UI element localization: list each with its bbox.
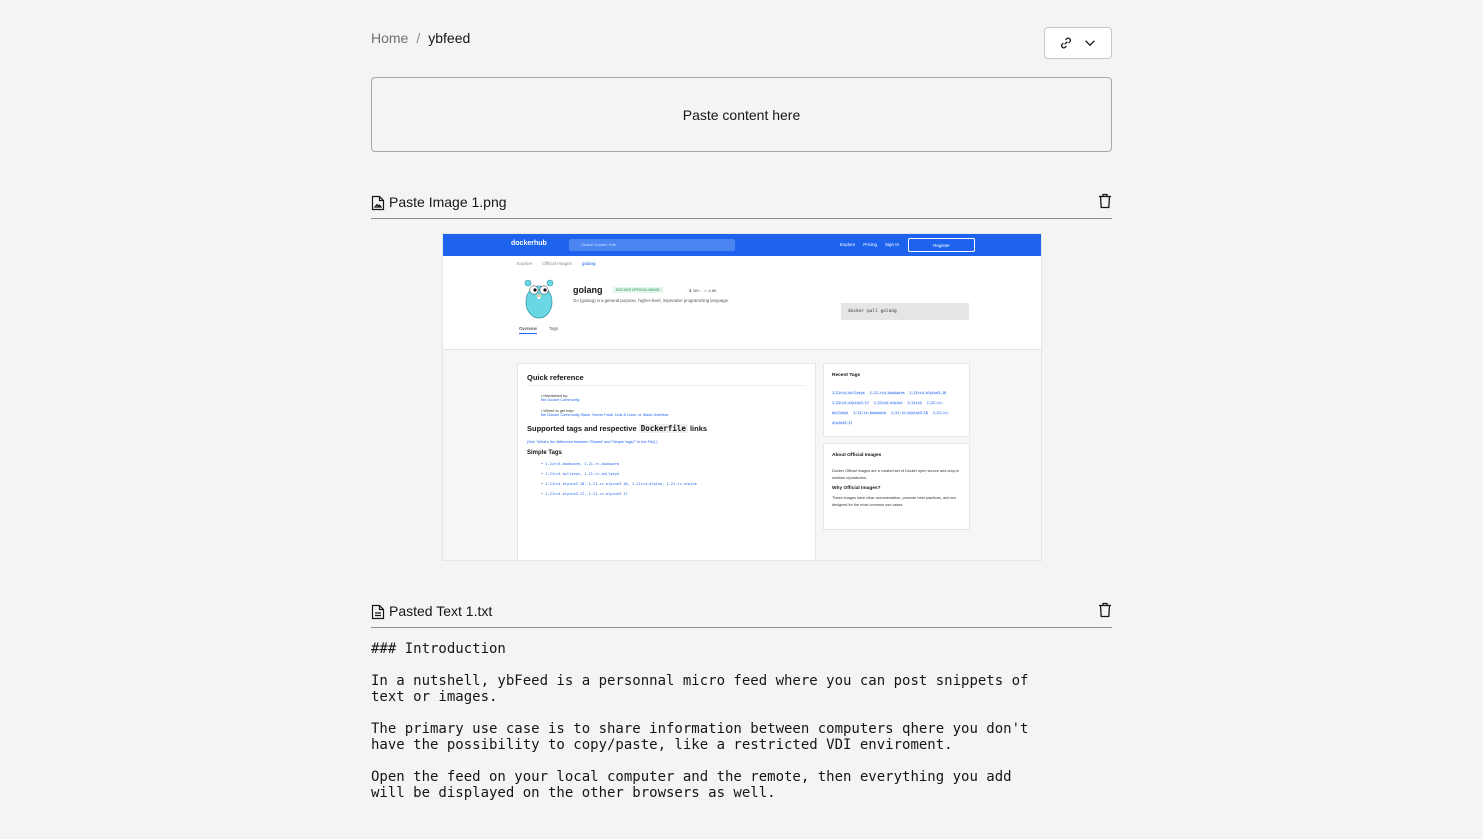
screenshot-heading: Simple Tags [527,450,562,456]
image-file-icon [371,195,385,211]
screenshot-tag-line: • 1.21rc4-bullseye, 1.21-rc-bullseye [541,472,619,476]
screenshot-text: These images have clear documentation, p… [832,496,956,507]
screenshot-breadcrumb: Explore Official Images golang [443,256,1041,270]
screenshot-side-heading: About Official Images [832,453,882,458]
item-filename[interactable]: Paste Image 1.png [389,193,507,211]
screenshot-heading-part: links [689,424,708,433]
screenshot-crumb: golang [581,261,596,266]
item-header: Pasted Text 1.txt [371,602,1112,628]
share-link-menu-button[interactable] [1044,27,1112,59]
screenshot-tag: 1.21-rc4-bookworm [869,391,905,395]
screenshot-tag-line: • 1.21rc4-alpine3.17, 1.21-rc-alpine3.17 [541,492,628,496]
screenshot-description: Go (golang) is a general purpose, higher… [573,298,730,303]
breadcrumb-separator: / [416,30,421,46]
screenshot-pull-command: docker pull golang [841,303,969,320]
screenshot-tag: 1.21-rc-bookworm [853,411,887,415]
screenshot-heading-code: Dockerfile [638,424,688,433]
screenshot-tag: 1.21-rc-alpine3.18 [891,411,928,415]
paste-content-label: Paste content here [682,106,801,123]
pasted-text-content: ### Introduction In a nutshell, ybFeed i… [371,641,1112,817]
screenshot-navbar: dockerhub Search Docker Hub Explore Pric… [443,234,1041,256]
screenshot-tab: Overview [519,326,537,334]
screenshot-tag-list: 1.21rc4-bullseye 1.21-rc4-bookworm 1.21r… [832,388,961,428]
screenshot-crumb: Explore [517,261,533,266]
screenshot-pull-text: docker pull golang [848,309,897,314]
screenshot-tag-line: • 1.21rc4-bookworm, 1.21-rc-bookworm [541,462,619,466]
screenshot-link: the Docker Community [541,398,580,402]
delete-item-icon[interactable] [1098,602,1112,618]
screenshot-tab: Tags [548,326,558,331]
breadcrumb-home-link[interactable]: Home [371,30,408,46]
screenshot-main-panel: Quick reference • Maintained by: the Doc… [517,363,816,560]
screenshot-tag-line: • 1.21rc4-alpine3.18, 1.21-rc-alpine3.18… [541,482,697,486]
text-paragraph: The primary use case is to share informa… [371,721,1029,753]
item-header: Paste Image 1.png [371,193,1112,219]
text-file-icon [371,604,385,620]
screenshot-badge: DOCKER OFFICIAL IMAGE [613,287,663,293]
breadcrumb-current: ybfeed [428,30,471,46]
breadcrumb: Home / ybfeed [371,30,470,46]
screenshot-side-heading: Why Official Images? [832,486,881,491]
text-paragraph: ### Introduction [371,641,506,657]
screenshot-heading: Supported tags and respective Dockerfile… [527,424,806,433]
screenshot-about-panel: About Official Images Docker Official Im… [823,443,970,530]
screenshot-tag: 1.21rc4-alpine [873,401,903,405]
screenshot-text: Docker Official Images are a curated set… [832,469,960,480]
screenshot-side-heading: Recent Tags [832,373,861,378]
screenshot-link: the Docker Community Slack, Server Fault… [541,413,669,417]
text-paragraph: In a nutshell, ybFeed is a personnal mic… [371,673,1029,705]
screenshot-recent-tags: Recent Tags 1.21rc4-bullseye 1.21-rc4-bo… [823,363,970,437]
screenshot-tag: 1.21rc4-alpine3.18 [909,391,947,395]
screenshot-tag: 1.21rc4 [907,401,922,405]
text-paragraph: Open the feed on your local computer and… [371,769,1012,801]
screenshot-nav-link: Sign In [885,242,900,247]
chevron-down-icon [1085,40,1095,47]
screenshot-logo: dockerhub [511,240,547,247]
paste-content-area[interactable]: Paste content here [371,77,1112,152]
screenshot-crumb: Official Images [542,261,572,266]
screenshot-nav-link: Pricing [863,242,878,247]
screenshot-stats: · ⬇ 1B+ · ☆ 4.6K [686,288,717,293]
gopher-mascot-icon [524,279,554,319]
screenshot-text: (See "What's the difference between 'Sha… [527,440,658,444]
delete-item-icon[interactable] [1098,193,1112,209]
link-icon [1061,37,1071,49]
screenshot-search: Search Docker Hub [569,239,735,251]
item-filename[interactable]: Pasted Text 1.txt [389,602,492,620]
screenshot-nav-links: Explore Pricing Sign In [840,242,899,247]
pasted-image[interactable]: dockerhub Search Docker Hub Explore Pric… [442,233,1042,561]
screenshot-nav-link: Explore [840,242,856,247]
screenshot-tag: 1.21rc4-alpine3.17 [832,401,869,405]
screenshot-heading: Quick reference [527,373,806,386]
screenshot-register: Register [908,238,975,252]
screenshot-title: golang [573,285,603,295]
screenshot-heading-part: Supported tags and respective [527,424,637,433]
screenshot-tag: 1.21rc4-bullseye [832,391,865,395]
screenshot-tabs: Overview Tags [519,326,558,334]
